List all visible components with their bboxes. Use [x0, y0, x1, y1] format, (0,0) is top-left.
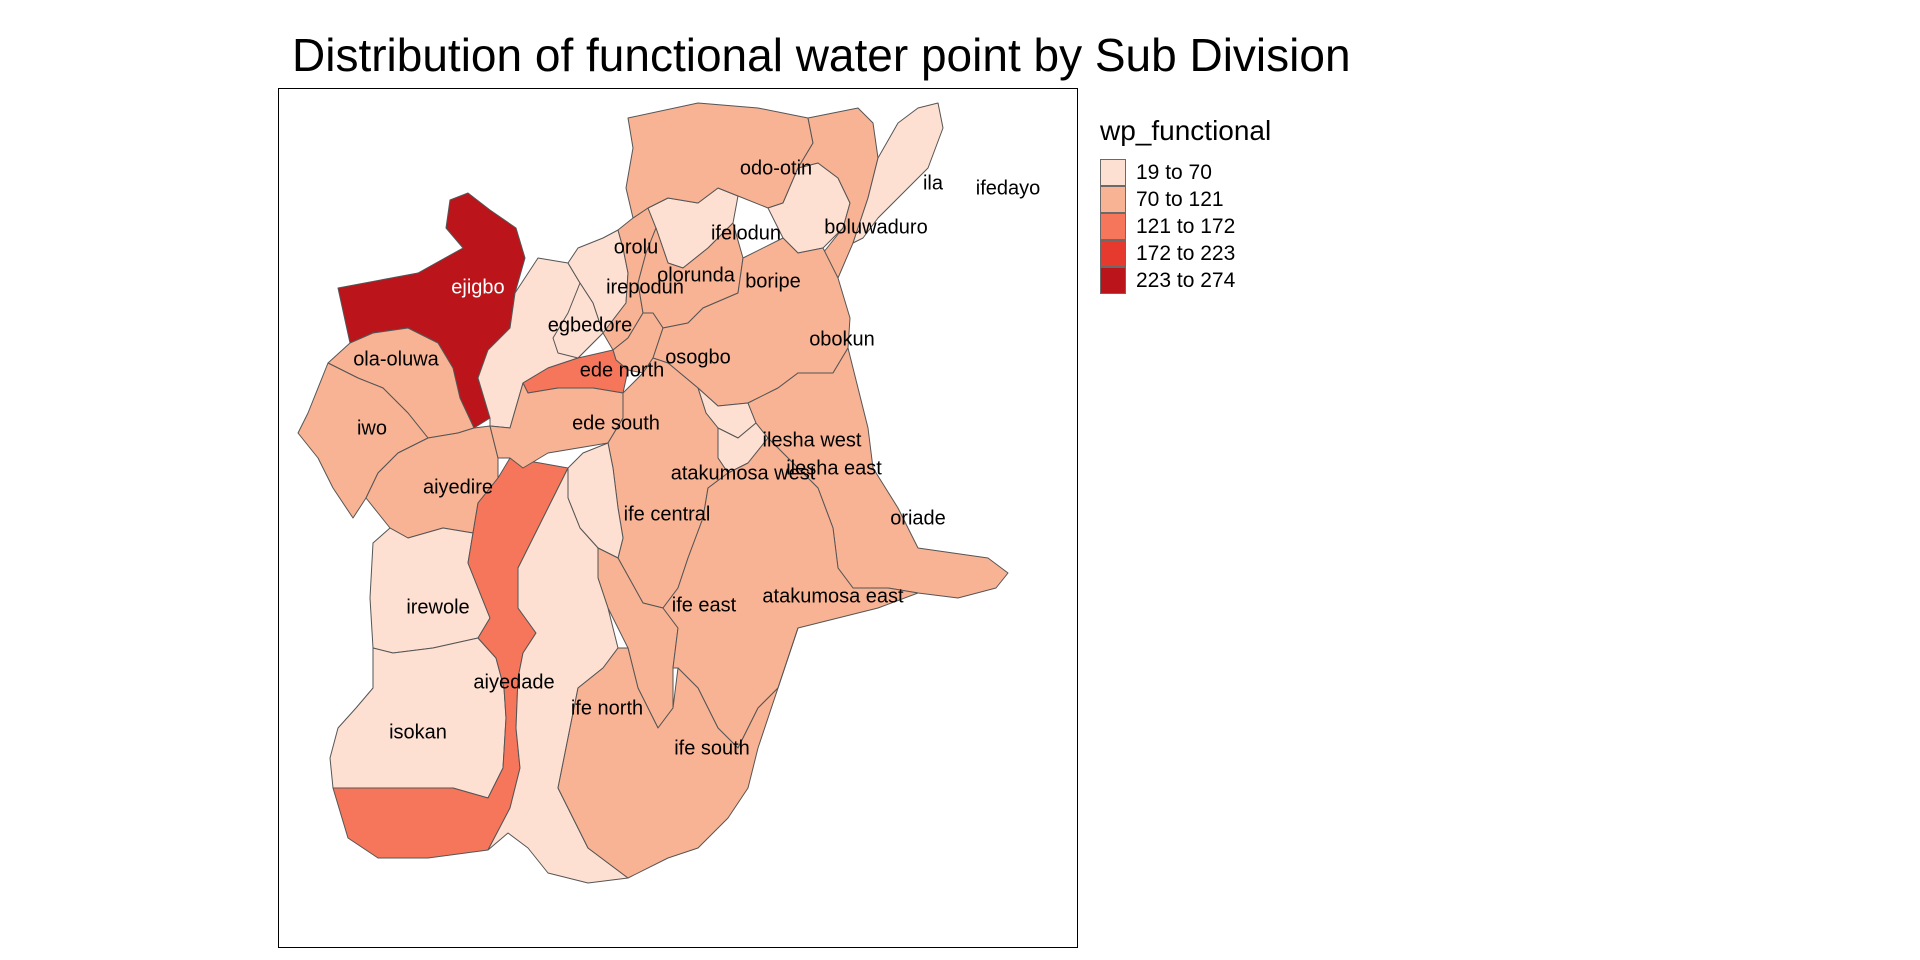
- legend-rows: 19 to 70 70 to 121 121 to 172 172 to 223 223…: [1100, 159, 1271, 294]
- region-label: irewole: [406, 596, 469, 618]
- region-label: ife north: [571, 697, 643, 719]
- region-label: ila: [923, 172, 944, 194]
- legend-swatch: [1100, 267, 1126, 294]
- legend-item: 172 to 223: [1100, 240, 1271, 267]
- region-label: odo-otin: [740, 157, 812, 179]
- legend-item: 223 to 274: [1100, 267, 1271, 294]
- legend-label: 121 to 172: [1136, 214, 1236, 238]
- region-label: ife south: [674, 737, 750, 759]
- region-label: boripe: [745, 270, 801, 292]
- region-label: ejigbo: [451, 276, 504, 298]
- legend-label: 70 to 121: [1136, 187, 1224, 211]
- region-label: ifelodun: [711, 222, 781, 244]
- legend-item: 19 to 70: [1100, 159, 1271, 186]
- legend-swatch: [1100, 159, 1126, 186]
- region-label: atakumosa east: [762, 585, 904, 607]
- region-label: ede north: [580, 359, 665, 381]
- legend-label: 172 to 223: [1136, 241, 1236, 265]
- choropleth-map: ejigbo ola-oluwa iwo aiyedire irewole isokan a…: [297, 102, 1041, 884]
- legend-label: 223 to 274: [1136, 268, 1236, 292]
- legend: wp_functional 19 to 70 70 to 121 121 to 17…: [1100, 115, 1271, 294]
- region-label: iwo: [357, 417, 387, 439]
- legend-item: 70 to 121: [1100, 186, 1271, 213]
- region-label: ifedayo: [976, 177, 1041, 199]
- legend-swatch: [1100, 186, 1126, 213]
- region-label: oriade: [890, 507, 946, 529]
- legend-title: wp_functional: [1100, 115, 1272, 146]
- region-label: egbedore: [548, 314, 633, 336]
- region-label: obokun: [809, 328, 875, 350]
- region-label: osogbo: [665, 346, 731, 368]
- region-label: ife central: [624, 503, 711, 525]
- map-title: Distribution of functional water point b…: [292, 29, 1351, 81]
- region-label: ife east: [672, 594, 737, 616]
- region-label: atakumosa west: [671, 462, 816, 484]
- region-label: aiyedire: [423, 476, 493, 498]
- legend-swatch: [1100, 213, 1126, 240]
- region-label: isokan: [389, 721, 447, 743]
- region-label: aiyedade: [473, 671, 554, 693]
- region-label: ede south: [572, 412, 660, 434]
- region-label: ola-oluwa: [353, 348, 439, 370]
- legend-label: 19 to 70: [1136, 160, 1212, 184]
- region-isokan: [329, 637, 507, 799]
- legend-swatch: [1100, 240, 1126, 267]
- region-label: olorunda: [657, 264, 736, 286]
- region-label: orolu: [614, 236, 658, 258]
- region-label: boluwaduro: [824, 216, 927, 238]
- legend-item: 121 to 172: [1100, 213, 1271, 240]
- region-label: ilesha west: [763, 429, 862, 451]
